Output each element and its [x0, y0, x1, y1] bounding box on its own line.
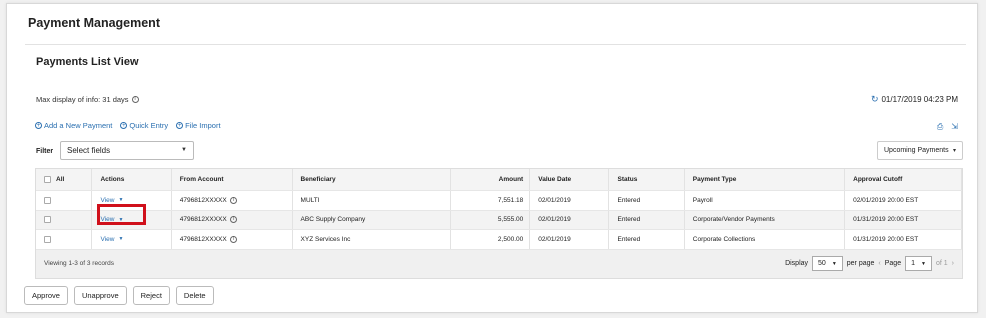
row-checkbox[interactable] [44, 216, 51, 224]
quick-entry-link[interactable]: + Quick Entry [120, 121, 168, 130]
plus-circle-icon: + [176, 122, 184, 129]
view-action-dropdown[interactable]: View ▼ [100, 197, 123, 204]
status-cell: Entered [609, 230, 685, 249]
chevron-down-icon: ▼ [921, 260, 926, 267]
page-number-select[interactable]: 1 ▼ [905, 256, 932, 271]
refresh-icon[interactable]: ↻ [871, 94, 879, 105]
chevron-down-icon: ▼ [118, 236, 124, 243]
header-from-account[interactable]: From Account [172, 169, 293, 190]
payment-type-cell: Payroll [685, 191, 846, 210]
export-icon[interactable]: ⇲ [951, 122, 958, 132]
action-links: + Add a New Payment + Quick Entry + File… [35, 121, 221, 130]
info-icon[interactable]: i [131, 96, 139, 103]
filter-value: Select fields [67, 146, 111, 155]
table-footer: Viewing 1-3 of 3 records Display 50 ▼ pe… [36, 249, 962, 278]
filter-label: Filter [36, 148, 54, 155]
beneficiary-cell: XYZ Services Inc [293, 230, 451, 249]
app-window: Payment Management Payments List View Ma… [6, 3, 978, 313]
header-actions[interactable]: Actions [92, 169, 172, 190]
plus-circle-icon: + [120, 122, 128, 129]
value-date-cell: 02/01/2019 [530, 210, 610, 229]
cutoff-cell: 01/31/2019 20:00 EST [845, 230, 962, 249]
amount-cell: 7,551.18 [451, 191, 531, 210]
cutoff-cell: 01/31/2019 20:00 EST [845, 210, 962, 229]
chevron-down-icon: ▼ [181, 147, 187, 153]
select-all-header: All [36, 169, 93, 190]
from-account-cell: 4796812XXXXX i [172, 191, 293, 210]
total-pages: of 1 [935, 260, 948, 267]
reject-button[interactable]: Reject [132, 286, 170, 305]
info-icon[interactable]: i [230, 235, 238, 243]
select-all-checkbox[interactable] [44, 176, 51, 183]
section-title: Payments List View [36, 56, 139, 68]
max-display-info: Max display of info: 31 days i [36, 95, 139, 104]
table-row: View ▼ 4796812XXXXX i MULTI 7,551.18 02/… [36, 191, 962, 211]
table-header-row: All Actions From Account Beneficiary Amo… [36, 169, 962, 191]
view-select-value: Upcoming Payments [884, 147, 949, 154]
info-icon[interactable]: i [230, 216, 238, 224]
from-account-cell: 4796812XXXXX i [172, 210, 293, 229]
unapprove-button[interactable]: Unapprove [73, 286, 127, 305]
table-row: View ▼ 4796812XXXXX i XYZ Services Inc 2… [36, 230, 962, 250]
bulk-action-buttons: Approve Unapprove Reject Delete [24, 286, 214, 305]
view-action-dropdown[interactable]: View ▼ [100, 236, 123, 243]
refresh-timestamp: 01/17/2019 04:23 PM [881, 95, 958, 104]
status-cell: Entered [609, 210, 685, 229]
table-row: View ▼ 4796812XXXXX i ABC Supply Company… [36, 210, 962, 230]
payments-panel: Payments List View Max display of info: … [25, 44, 966, 314]
file-import-link[interactable]: + File Import [176, 121, 221, 130]
add-new-payment-link[interactable]: + Add a New Payment [35, 121, 112, 130]
refresh-control[interactable]: ↻ 01/17/2019 04:23 PM [871, 94, 958, 105]
amount-cell: 5,555.00 [451, 210, 531, 229]
approve-button[interactable]: Approve [24, 286, 68, 305]
chevron-down-icon: ▼ [831, 260, 837, 267]
payments-table: All Actions From Account Beneficiary Amo… [35, 168, 963, 279]
display-label: Display [785, 260, 809, 267]
next-page-icon[interactable]: › [952, 260, 954, 267]
amount-cell: 2,500.00 [451, 230, 531, 249]
value-date-cell: 02/01/2019 [530, 230, 610, 249]
page-size-select[interactable]: 50 ▼ [812, 256, 843, 271]
max-display-text: Max display of info: 31 days [36, 95, 129, 104]
highlight-box [97, 204, 146, 225]
from-account-cell: 4796812XXXXX i [172, 230, 293, 249]
info-icon[interactable]: i [230, 196, 238, 204]
table-tools: ⎙ ⇲ [937, 122, 958, 132]
header-amount[interactable]: Amount [451, 169, 531, 190]
view-select[interactable]: Upcoming Payments ▾ [877, 141, 963, 160]
header-beneficiary[interactable]: Beneficiary [293, 169, 451, 190]
header-value-date[interactable]: Value Date [530, 169, 610, 190]
row-checkbox[interactable] [44, 196, 51, 204]
app-title: Payment Management [28, 16, 160, 30]
header-payment-type[interactable]: Payment Type [685, 169, 846, 190]
chevron-down-icon: ▾ [952, 148, 956, 154]
cutoff-cell: 02/01/2019 20:00 EST [845, 191, 962, 210]
plus-circle-icon: + [35, 122, 42, 129]
payment-type-cell: Corporate/Vendor Payments [685, 210, 846, 229]
delete-button[interactable]: Delete [175, 286, 214, 305]
filter-select[interactable]: Select fields ▼ [60, 141, 194, 160]
value-date-cell: 02/01/2019 [530, 191, 610, 210]
status-cell: Entered [609, 191, 685, 210]
records-count: Viewing 1-3 of 3 records [44, 260, 114, 267]
row-checkbox[interactable] [44, 235, 51, 243]
prev-page-icon[interactable]: ‹ [878, 260, 880, 267]
chevron-down-icon: ▼ [118, 197, 124, 204]
header-approval-cutoff[interactable]: Approval Cutoff [845, 169, 962, 190]
print-icon[interactable]: ⎙ [937, 122, 943, 132]
pagination: Display 50 ▼ per page ‹ Page 1 ▼ of 1 › [785, 256, 954, 271]
beneficiary-cell: MULTI [293, 191, 451, 210]
header-status[interactable]: Status [609, 169, 685, 190]
beneficiary-cell: ABC Supply Company [293, 210, 451, 229]
page-label: Page [884, 260, 902, 267]
per-page-label: per page [846, 260, 875, 267]
payment-type-cell: Corporate Collections [685, 230, 846, 249]
